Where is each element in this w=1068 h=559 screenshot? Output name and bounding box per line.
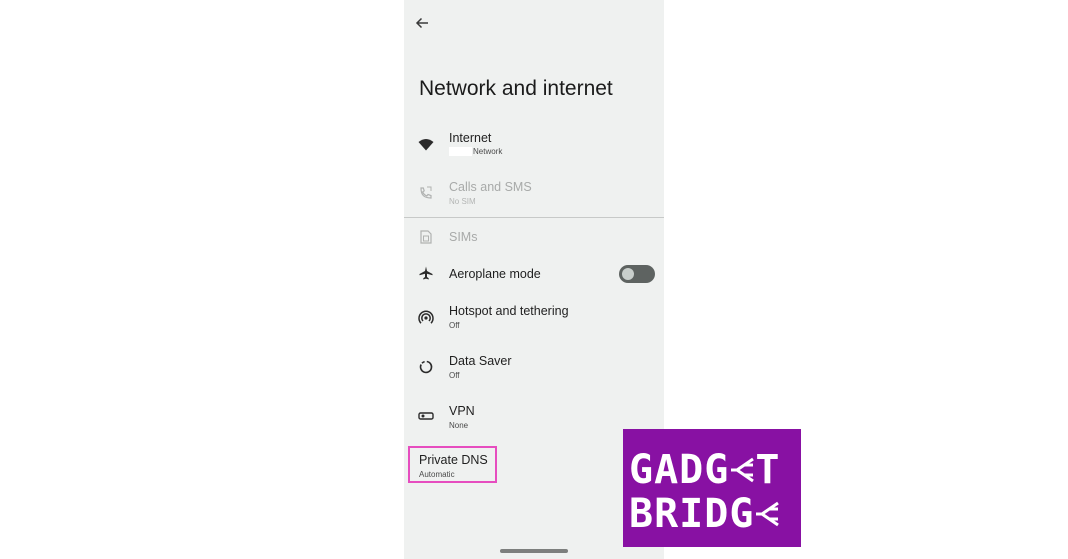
toggle-knob <box>622 268 634 280</box>
internet-label: Internet <box>449 131 492 145</box>
arrow-back-icon <box>415 17 428 29</box>
calls-sms-item[interactable]: Calls and SMS No SIM <box>404 177 664 213</box>
aeroplane-mode-toggle[interactable] <box>619 265 655 283</box>
gadget-bridge-logo: GADG T BRIDG <box>623 429 801 547</box>
logo-line-2: BRIDG <box>629 494 795 534</box>
vpn-label: VPN <box>449 404 475 418</box>
sim-card-icon <box>417 228 435 246</box>
hotspot-item[interactable]: Hotspot and tethering Off <box>404 301 664 337</box>
airplane-icon <box>417 264 435 282</box>
plug-glyph <box>756 501 780 527</box>
data-saver-status: Off <box>449 371 460 380</box>
aeroplane-mode-label: Aeroplane mode <box>449 267 541 281</box>
sims-label: SIMs <box>449 230 478 244</box>
page-title: Network and internet <box>419 77 613 100</box>
hotspot-status: Off <box>449 321 460 330</box>
phone-icon <box>417 184 435 202</box>
calls-sms-status: No SIM <box>449 197 476 206</box>
internet-item[interactable]: Internet Network <box>404 127 664 163</box>
hotspot-label: Hotspot and tethering <box>449 304 569 318</box>
section-divider <box>404 217 664 218</box>
data-saver-item[interactable]: Data Saver Off <box>404 351 664 387</box>
wifi-icon <box>417 135 435 153</box>
logo-line-1: GADG T <box>629 447 781 493</box>
back-button[interactable] <box>412 14 432 32</box>
vpn-status: None <box>449 421 469 430</box>
internet-status: Network <box>449 147 502 157</box>
hotspot-icon <box>417 309 435 327</box>
highlight-box <box>408 446 497 483</box>
data-saver-label: Data Saver <box>449 354 512 368</box>
calls-sms-label: Calls and SMS <box>449 180 532 194</box>
sims-item[interactable]: SIMs <box>404 226 664 248</box>
redacted-block <box>449 147 472 157</box>
gesture-nav-handle[interactable] <box>500 549 568 553</box>
plug-glyph <box>731 457 755 483</box>
vpn-key-icon <box>417 407 435 425</box>
data-saver-icon <box>417 358 435 376</box>
